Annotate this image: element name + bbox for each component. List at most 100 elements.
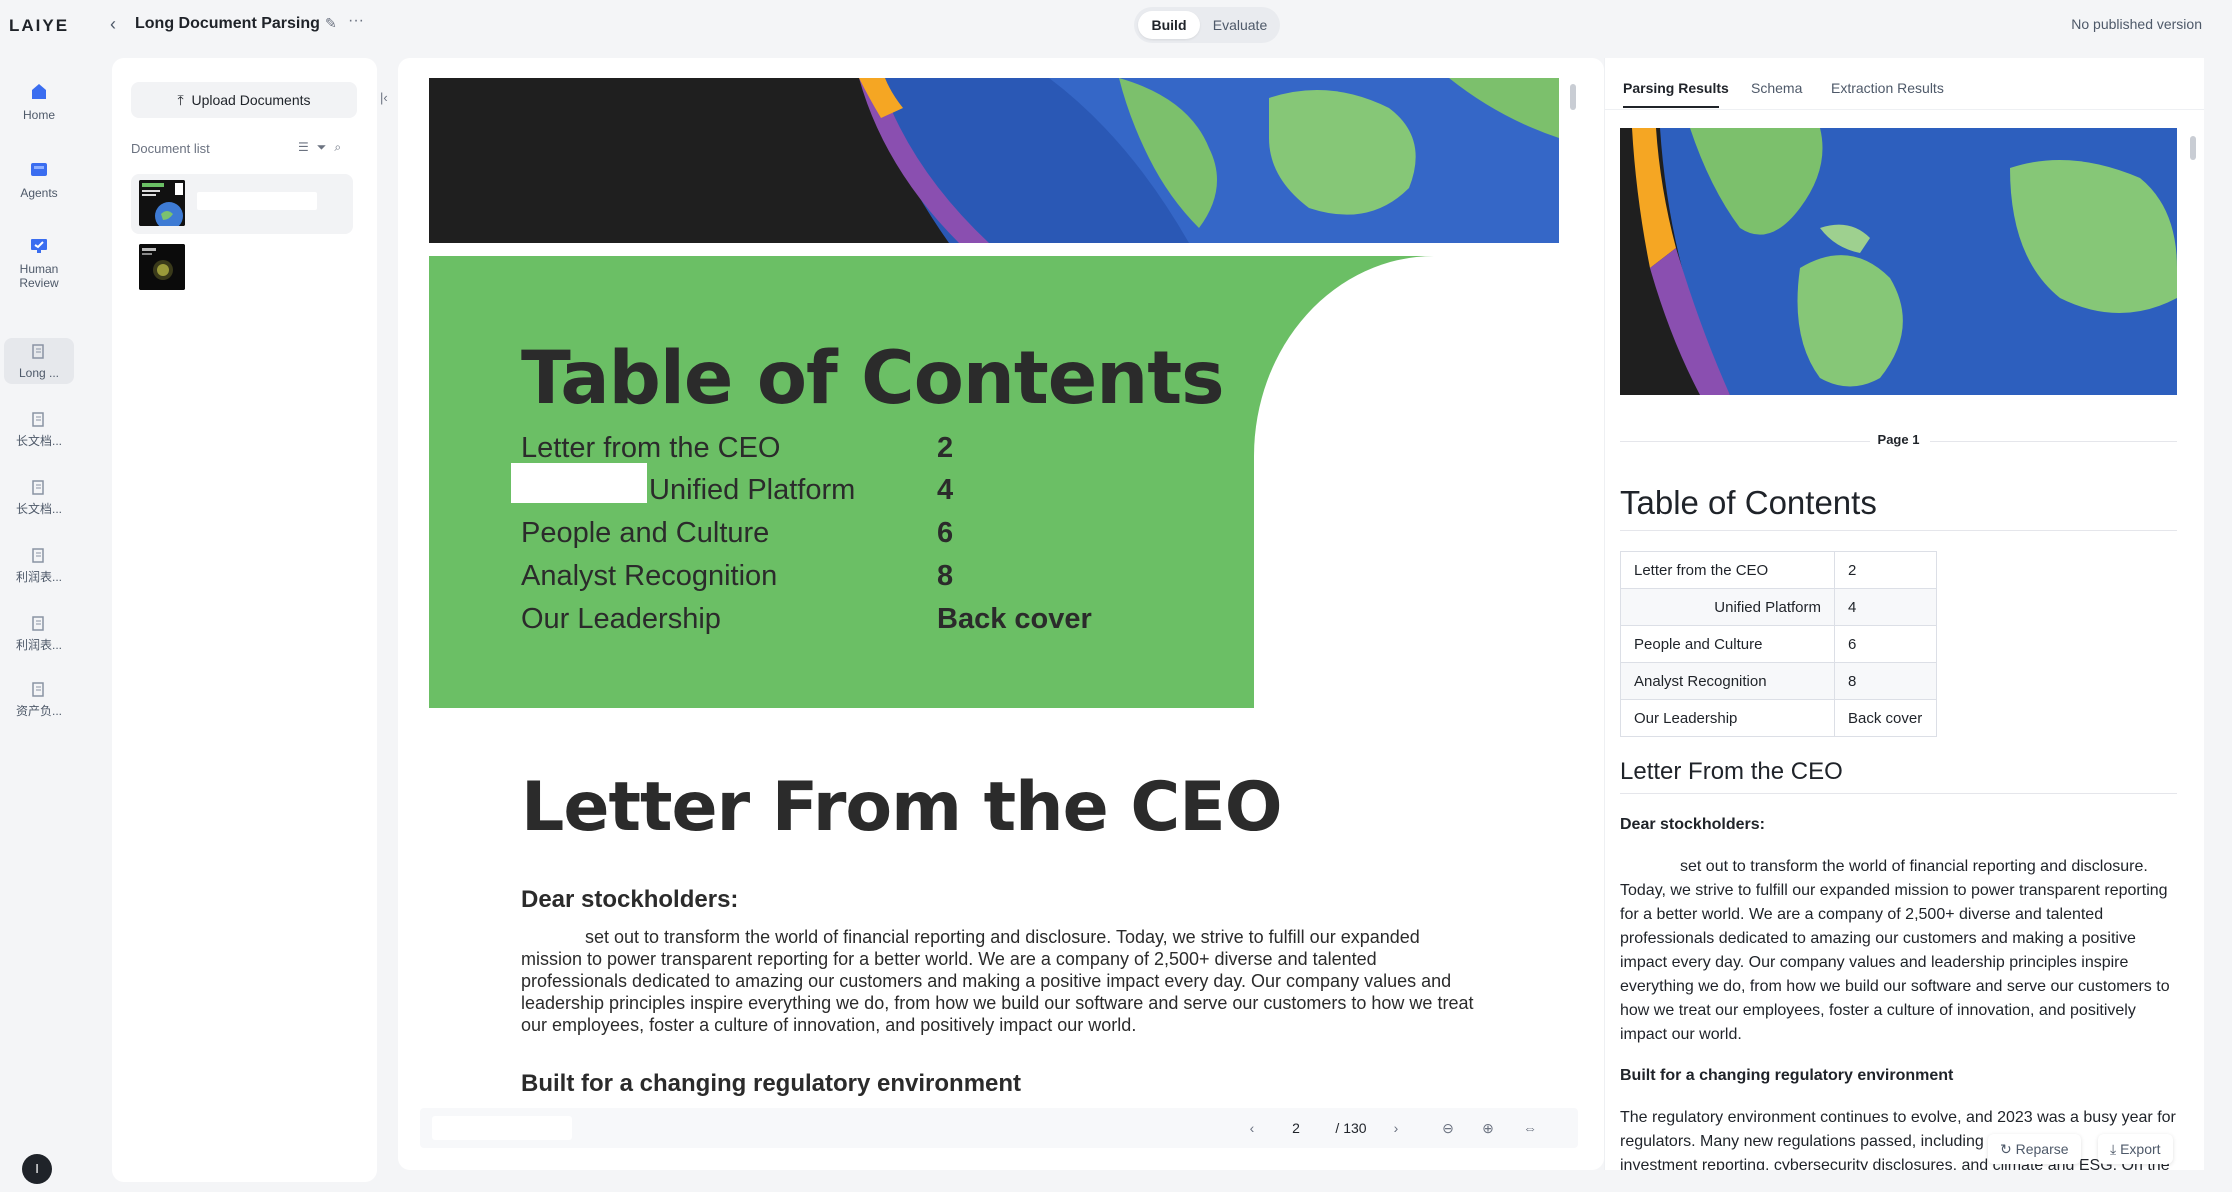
result-heading: Table of Contents (1620, 484, 1877, 521)
tab-extraction-results[interactable]: Extraction Results (1831, 80, 1944, 96)
nav-label: 利润表... (15, 638, 62, 652)
nav-item-doc-5[interactable]: 利润表... (4, 616, 74, 662)
document-icon (32, 480, 44, 495)
document-icon (32, 548, 44, 563)
document-icon (32, 682, 44, 697)
table-row: Our Leadership Back cover (1620, 699, 1937, 737)
total-pages: / 130 (1335, 1120, 1367, 1136)
document-icon (32, 412, 44, 427)
nav-label: 利润表... (15, 570, 62, 584)
nav-item-doc-2[interactable]: 长文档... (4, 412, 74, 458)
table-cell: Unified Platform (1620, 588, 1835, 626)
upload-documents-button[interactable]: ⤒ Upload Documents (131, 82, 357, 118)
toc-entry-page: 8 (937, 560, 954, 592)
toc-entry-page: Back cover (937, 603, 1092, 635)
page-title: Long Document Parsing (135, 15, 320, 32)
back-icon[interactable]: ‹ (110, 14, 126, 36)
letter-salutation: Dear stockholders: (521, 886, 739, 913)
reparse-button[interactable]: ↻ Reparse (1988, 1134, 2081, 1164)
avatar[interactable]: I (22, 1154, 52, 1184)
result-toc-table: Letter from the CEO 2 Unified Platform 4 P… (1620, 551, 1937, 737)
toc-entry-label: Our Leadership (521, 603, 721, 635)
nav-label: 长文档... (15, 502, 62, 516)
download-icon: ⤓ (2110, 1141, 2117, 1157)
page-hero-image (429, 78, 1559, 243)
upload-icon: ⤒ (177, 92, 184, 108)
prev-page-icon[interactable]: ‹ (1242, 1114, 1262, 1142)
table-cell: 6 (1834, 625, 1937, 663)
page-label: Page 1 (1877, 432, 1920, 447)
results-scrollbar[interactable] (2190, 136, 2196, 160)
collapse-panel-icon[interactable]: |‹ (380, 90, 388, 105)
toc-entry-label: Letter from the CEO (521, 432, 781, 464)
search-icon[interactable]: ⌕ (334, 140, 349, 154)
fit-width-icon[interactable]: ⇔ (1518, 1114, 1542, 1142)
table-row: People and Culture 6 (1620, 625, 1937, 663)
nav-item-agents[interactable]: Agents (4, 160, 74, 210)
document-item[interactable] (131, 238, 353, 298)
document-icon (32, 616, 44, 631)
evaluate-tab[interactable]: Evaluate (1204, 11, 1276, 39)
nav-label: Agents (20, 186, 58, 200)
document-list-label: Document list (131, 141, 210, 156)
current-page-input[interactable]: 2 (1276, 1114, 1316, 1142)
nav-item-doc-6[interactable]: 资产负... (4, 682, 74, 728)
zoom-out-icon[interactable]: ⊖ (1438, 1114, 1458, 1142)
filter-icon[interactable]: ⏷ (317, 140, 335, 154)
toc-entry-page: 4 (937, 474, 954, 506)
table-cell: People and Culture (1620, 625, 1835, 663)
tab-parsing-results[interactable]: Parsing Results (1623, 80, 1729, 96)
toc-entry-page: 2 (937, 432, 954, 464)
table-cell: Letter from the CEO (1620, 551, 1835, 589)
toc-section: Table of Contents Letter from the CEO 2 … (429, 256, 1559, 708)
nav-item-doc-3[interactable]: 长文档... (4, 480, 74, 526)
table-cell: Our Leadership (1620, 699, 1835, 737)
nav-label: 长文档... (15, 434, 62, 448)
nav-item-home[interactable]: Home (4, 82, 74, 132)
edit-icon[interactable]: ✎ (325, 15, 337, 32)
toc-entry-label: People and Culture (521, 517, 770, 549)
toc-entry-page: 6 (937, 517, 954, 549)
result-paragraph-2: The regulatory environment continues to … (1620, 1109, 2176, 1150)
document-thumbnail (139, 180, 185, 226)
toc-heading: Table of Contents (521, 336, 1225, 421)
brand-logo: LAIYE (8, 16, 70, 35)
build-tab[interactable]: Build (1138, 11, 1200, 39)
document-name-field (197, 192, 317, 210)
document-thumbnail (139, 244, 185, 290)
toc-entry-label: Analyst Recognition (521, 560, 778, 592)
toc-entry-label: Unified Platform (649, 474, 856, 506)
export-label: Export (2120, 1141, 2161, 1157)
nav-item-doc-1[interactable]: Long ... (4, 338, 74, 384)
viewer-scrollbar[interactable] (1570, 84, 1576, 110)
export-button[interactable]: ⤓ Export (2098, 1134, 2173, 1164)
table-cell: 2 (1834, 551, 1937, 589)
table-cell: 4 (1834, 588, 1937, 626)
upload-label: Upload Documents (191, 92, 311, 108)
table-row: Letter from the CEO 2 (1620, 551, 1937, 589)
more-icon[interactable]: ··· (348, 12, 364, 30)
next-page-icon[interactable]: › (1386, 1114, 1406, 1142)
table-row: Analyst Recognition 8 (1620, 662, 1937, 700)
result-subheading: Letter From the CEO (1620, 758, 1843, 785)
nav-item-human-review[interactable]: Human Review (4, 236, 74, 298)
table-cell: Analyst Recognition (1620, 662, 1835, 700)
table-cell: 8 (1834, 662, 1937, 700)
nav-label: 资产负... (15, 704, 62, 718)
tab-schema[interactable]: Schema (1751, 80, 1802, 96)
table-row: Unified Platform 4 (1620, 588, 1937, 626)
parsed-image (1620, 128, 2177, 395)
heading-divider (1620, 530, 2177, 531)
letter-heading: Letter From the CEO (521, 768, 1283, 847)
list-icon[interactable]: ☰ (298, 140, 317, 154)
reparse-label: Reparse (2015, 1141, 2069, 1157)
heading-divider (1620, 793, 2177, 794)
zoom-in-icon[interactable]: ⊕ (1478, 1114, 1498, 1142)
nav-item-doc-4[interactable]: 利润表... (4, 548, 74, 594)
result-paragraph-text: set out to transform the world of financ… (1620, 858, 2170, 1043)
document-item[interactable] (131, 174, 353, 234)
document-icon (32, 344, 44, 359)
page-canvas[interactable]: Table of Contents Letter from the CEO 2 … (429, 78, 1559, 1104)
tab-divider (1604, 109, 2204, 110)
page-toolbar: ‹ 2 / 130 › ⊖ ⊕ ⇔ (420, 1108, 1578, 1148)
